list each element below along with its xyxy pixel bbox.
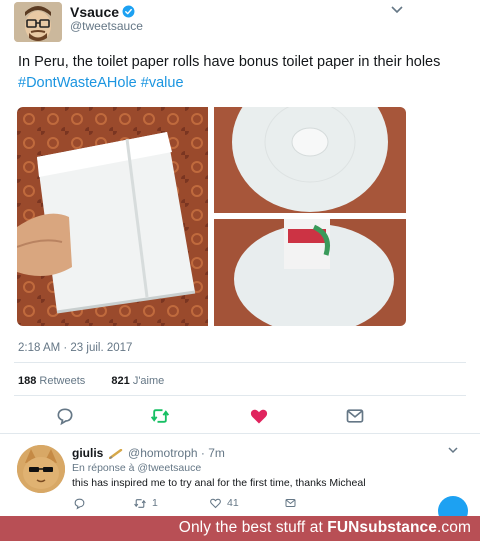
hashtag-link[interactable]: #DontWasteAHole xyxy=(18,75,137,91)
reply-text: this has inspired me to try anal for the… xyxy=(72,477,366,489)
reply-avatar[interactable] xyxy=(17,445,65,493)
author-avatar[interactable] xyxy=(14,2,62,42)
photo-toilet-roll-held[interactable] xyxy=(17,107,208,326)
tweet-text: In Peru, the toilet paper rolls have bon… xyxy=(18,52,458,94)
reply-author[interactable]: giulis @homotroph · 7m xyxy=(72,446,225,460)
heart-icon xyxy=(210,498,221,509)
divider xyxy=(14,395,466,396)
tweet-timestamp[interactable]: 2:18 AM · 23 juil. 2017 xyxy=(18,342,132,354)
divider xyxy=(0,433,480,434)
reply-message-button[interactable] xyxy=(284,495,297,511)
retweet-icon xyxy=(134,498,146,508)
reply-icon[interactable] xyxy=(55,406,75,426)
heart-icon[interactable] xyxy=(249,406,269,426)
tweet-body-text: In Peru, the toilet paper rolls have bon… xyxy=(18,54,441,70)
tweet-header: Vsauce @tweetsauce xyxy=(0,0,480,44)
photo-roll-with-bonus-core[interactable] xyxy=(214,219,406,326)
watermark-prefix: Only the best stuff at xyxy=(178,519,328,536)
reply-to-prefix: En réponse à xyxy=(72,462,138,474)
reply-author-handle[interactable]: @homotroph · 7m xyxy=(128,446,225,460)
retweet-icon[interactable] xyxy=(150,406,170,426)
reply-icon xyxy=(74,498,85,510)
divider xyxy=(14,362,466,363)
tweet-stats: 188 Retweets 821 J'aime xyxy=(18,375,164,387)
verified-badge-icon xyxy=(122,5,135,18)
retweets-count[interactable]: 188 xyxy=(18,375,36,387)
likes-count[interactable]: 821 xyxy=(111,375,129,387)
reply-like-button[interactable]: 41 xyxy=(209,495,239,511)
reply-context: En réponse à @tweetsauce xyxy=(72,462,201,474)
media-grid xyxy=(17,107,406,326)
quill-icon xyxy=(108,448,122,459)
reply-retweet-button[interactable]: 1 xyxy=(133,495,158,511)
watermark-brand-fun: FUN xyxy=(327,519,360,536)
author-name[interactable]: Vsauce xyxy=(70,4,119,20)
likes-label[interactable]: J'aime xyxy=(133,375,164,387)
photo-roll-top-view[interactable] xyxy=(214,107,406,213)
reply-author-name[interactable]: giulis xyxy=(72,446,103,460)
reply-action-bar: 1 41 xyxy=(0,495,480,511)
watermark-text: Only the best stuff at FUNsubstance.com xyxy=(179,519,471,537)
reply-like-count: 41 xyxy=(227,497,239,509)
chevron-down-icon[interactable] xyxy=(447,446,459,455)
reply-to-handle[interactable]: @tweetsauce xyxy=(137,462,201,474)
reply-retweet-count: 1 xyxy=(152,497,158,509)
watermark-brand-substance: substance xyxy=(359,519,437,536)
envelope-icon[interactable] xyxy=(345,406,365,426)
envelope-icon xyxy=(285,499,296,507)
watermark-suffix: .com xyxy=(437,519,471,536)
author-handle[interactable]: @tweetsauce xyxy=(70,19,143,33)
reply-reply-button[interactable] xyxy=(73,495,86,511)
retweets-label[interactable]: Retweets xyxy=(39,375,85,387)
watermark-bar: Only the best stuff at FUNsubstance.com xyxy=(0,516,480,541)
hashtag-link[interactable]: #value xyxy=(141,75,184,91)
chevron-down-icon[interactable] xyxy=(389,4,405,16)
